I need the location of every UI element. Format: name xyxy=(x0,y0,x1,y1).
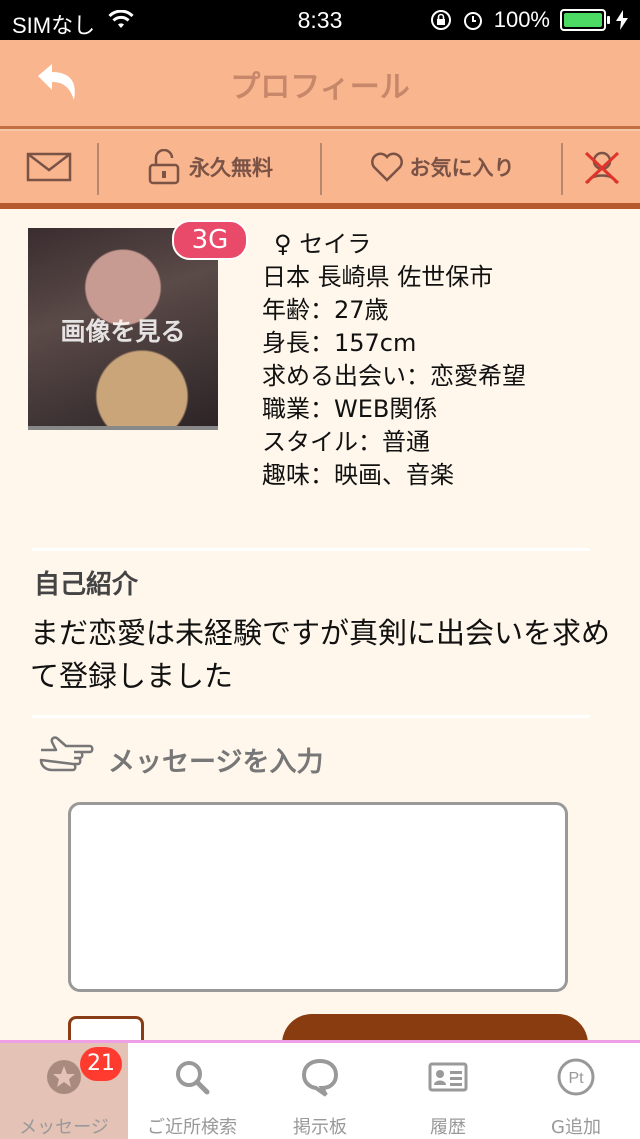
message-input[interactable] xyxy=(68,802,568,992)
profile-name: ♀ セイラ xyxy=(274,230,372,258)
battery-icon xyxy=(560,9,610,31)
divider xyxy=(32,548,590,551)
tab-label: メッセージ xyxy=(19,1117,109,1138)
tab-history[interactable]: 履歴 xyxy=(384,1043,512,1139)
forever-free-button[interactable]: 永久無料 xyxy=(100,131,320,203)
id-card-icon xyxy=(428,1062,468,1092)
tab-label: 掲示板 xyxy=(293,1117,347,1138)
profile-job: 職業：WEB関係 xyxy=(262,395,438,423)
alarm-icon xyxy=(463,12,482,30)
tab-label: G追加 xyxy=(551,1117,601,1138)
network-badge: 3G xyxy=(172,220,248,260)
block-user-icon xyxy=(584,151,620,185)
svg-text:Pt: Pt xyxy=(568,1070,584,1087)
battery-percent: 100% xyxy=(493,7,550,32)
star-icon xyxy=(47,1060,81,1094)
profile-location: 日本 長崎県 佐世保市 xyxy=(262,263,494,291)
navigation-bar: プロフィール xyxy=(0,40,640,129)
heart-icon xyxy=(370,152,403,182)
view-photo-label: 画像を見る xyxy=(60,317,186,346)
mail-button[interactable] xyxy=(0,131,98,203)
unread-badge: 21 xyxy=(80,1047,122,1081)
profile-info: ♀ セイラ 日本 長崎県 佐世保市 年齢：27歳 身長：157cm 求める出会い… xyxy=(262,228,526,492)
search-icon xyxy=(176,1061,210,1095)
tab-add-points[interactable]: Pt G追加 xyxy=(512,1043,640,1139)
envelope-icon xyxy=(26,152,72,182)
pointing-hand-icon xyxy=(39,736,94,772)
tab-label: 履歴 xyxy=(430,1117,466,1138)
points-icon: Pt xyxy=(557,1058,595,1096)
tab-label: ご近所検索 xyxy=(147,1117,237,1138)
action-bar: 永久無料 お気に入り xyxy=(0,129,640,209)
speech-bubble-icon xyxy=(301,1058,339,1097)
divider xyxy=(32,715,590,718)
profile-seeking: 求める出会い：恋愛希望 xyxy=(262,362,526,390)
tab-board[interactable]: 掲示板 xyxy=(256,1043,384,1139)
page-title: プロフィール xyxy=(230,70,410,105)
charging-icon xyxy=(616,10,628,30)
favorite-label: お気に入り xyxy=(409,156,515,180)
intro-heading: 自己紹介 xyxy=(34,570,139,600)
forever-free-label: 永久無料 xyxy=(189,156,273,180)
message-heading: メッセージを入力 xyxy=(108,747,324,778)
orientation-lock-icon xyxy=(430,10,451,30)
profile-style: スタイル：普通 xyxy=(262,428,430,456)
profile-age: 年齢：27歳 xyxy=(262,296,389,324)
favorite-button[interactable]: お気に入り xyxy=(323,131,561,203)
status-bar: SIMなし 8:33 100% xyxy=(0,0,640,40)
unlock-icon xyxy=(148,149,180,185)
profile-hobby: 趣味：映画、音楽 xyxy=(262,461,454,489)
block-button[interactable] xyxy=(564,131,640,203)
tab-messages[interactable]: 21 メッセージ xyxy=(0,1043,128,1139)
profile-height: 身長：157cm xyxy=(262,329,417,357)
intro-text: まだ恋愛は未経験ですが真剣に出会いを求めて登録しました xyxy=(30,616,611,693)
tab-nearby-search[interactable]: ご近所検索 xyxy=(128,1043,256,1139)
tab-bar: 21 メッセージ ご近所検索 掲示板 履歴 Pt G追加 xyxy=(0,1040,640,1139)
